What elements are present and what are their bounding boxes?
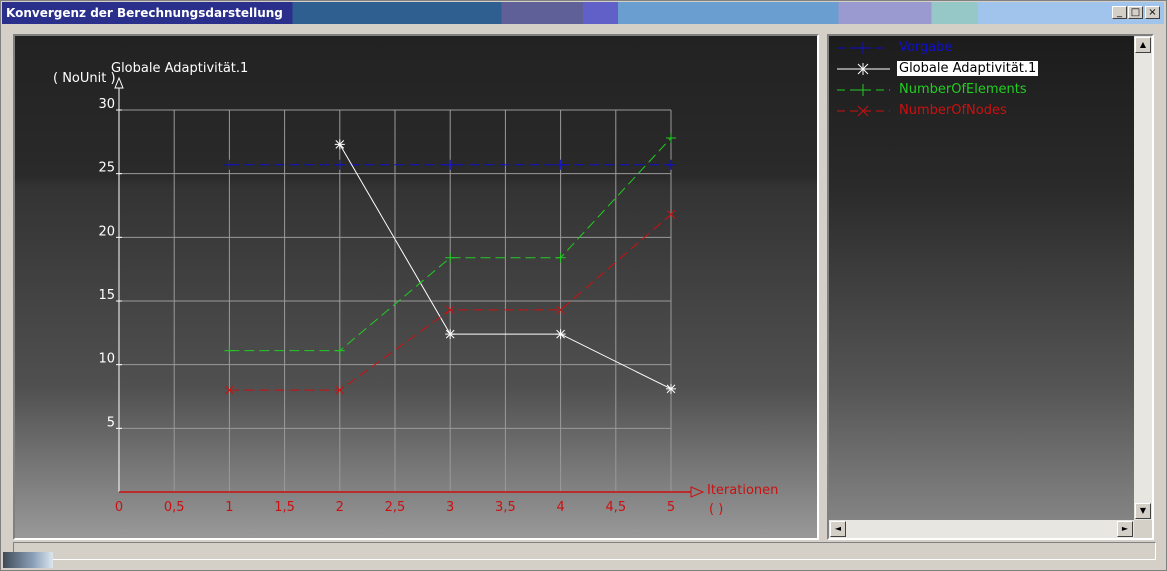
status-bar	[13, 542, 1156, 560]
y-tick-label: 15	[98, 288, 115, 303]
scroll-left-button[interactable]: ◄	[830, 521, 846, 537]
legend-panel[interactable]: Vorgabe Globale Adaptivität.1 NumberOfEl…	[827, 34, 1154, 540]
y-tick-label: 10	[98, 352, 115, 367]
maximize-button[interactable]: □	[1128, 6, 1143, 19]
scrollbar-corner	[1134, 520, 1152, 538]
legend-item-globale-adaptivitaet[interactable]: Globale Adaptivität.1	[835, 60, 1130, 78]
legend-label: Globale Adaptivität.1	[897, 61, 1039, 76]
x-axis-title: Iterationen	[707, 483, 778, 498]
minimize-button[interactable]: _	[1112, 6, 1127, 19]
legend-item-vorgabe[interactable]: Vorgabe	[835, 39, 1130, 57]
legend-swatch-globale-adaptivitaet	[837, 63, 890, 75]
x-axis-unit: ( )	[709, 502, 723, 517]
x-tick-label: 4,5	[605, 500, 626, 515]
legend-background: Vorgabe Globale Adaptivität.1 NumberOfEl…	[829, 36, 1134, 538]
x-tick-label: 4	[556, 500, 564, 515]
y-tick-label: 30	[98, 97, 115, 112]
x-tick-label: 2	[336, 500, 344, 515]
legend-horizontal-scrollbar[interactable]: ◄ ►	[829, 520, 1134, 538]
legend-swatch-numberofnodes	[837, 105, 890, 117]
convergence-chart: 0 0,5 1 1,5 2 2,5 3 3,5 4 4,5 5 5 10 15 20 25 30 Globale …	[15, 36, 817, 538]
x-tick-label: 0,5	[164, 500, 185, 515]
x-tick-label: 0	[115, 500, 123, 515]
chart-panel[interactable]: 0 0,5 1 1,5 2 2,5 3 3,5 4 4,5 5 5 10 15 20 25 30 Globale …	[13, 34, 819, 540]
scroll-down-button[interactable]: ▼	[1135, 503, 1151, 519]
x-tick-label: 2,5	[385, 500, 406, 515]
x-tick-label: 3,5	[495, 500, 516, 515]
legend-item-numberofnodes[interactable]: NumberOfNodes	[835, 102, 1130, 120]
x-tick-label: 3	[446, 500, 454, 515]
close-button[interactable]: ×	[1145, 6, 1160, 19]
legend-label: Vorgabe	[899, 40, 953, 55]
chart-background	[15, 36, 817, 538]
window-title: Konvergenz der Berechnungsdarstellung	[6, 6, 283, 20]
y-tick-label: 25	[98, 161, 115, 176]
x-tick-label: 5	[667, 500, 675, 515]
taskbar-thumbnail	[3, 552, 53, 568]
legend-label: NumberOfNodes	[899, 103, 1007, 118]
convergence-window: Konvergenz der Berechnungsdarstellung _ …	[0, 0, 1167, 571]
scroll-right-button[interactable]: ►	[1117, 521, 1133, 537]
data-point-globale-adaptivit-t-1	[445, 329, 456, 340]
x-tick-label: 1	[225, 500, 233, 515]
y-axis-unit: ( NoUnit )	[53, 71, 116, 86]
data-point-globale-adaptivit-t-1	[334, 139, 345, 150]
data-point-globale-adaptivit-t-1	[555, 329, 566, 340]
y-tick-label: 20	[98, 224, 115, 239]
y-tick-label: 5	[107, 415, 115, 430]
data-point-globale-adaptivit-t-1	[666, 383, 676, 394]
legend-swatch-numberofelements	[837, 84, 890, 96]
y-axis-title: Globale Adaptivität.1	[111, 61, 248, 76]
scroll-up-button[interactable]: ▲	[1135, 37, 1151, 53]
legend-vertical-scrollbar[interactable]: ▲ ▼	[1134, 36, 1152, 520]
legend-item-numberofelements[interactable]: NumberOfElements	[835, 81, 1130, 99]
x-tick-label: 1,5	[274, 500, 295, 515]
title-bar[interactable]: Konvergenz der Berechnungsdarstellung _ …	[2, 2, 1164, 24]
legend-swatch-vorgabe	[837, 42, 890, 54]
legend-label: NumberOfElements	[899, 82, 1027, 97]
